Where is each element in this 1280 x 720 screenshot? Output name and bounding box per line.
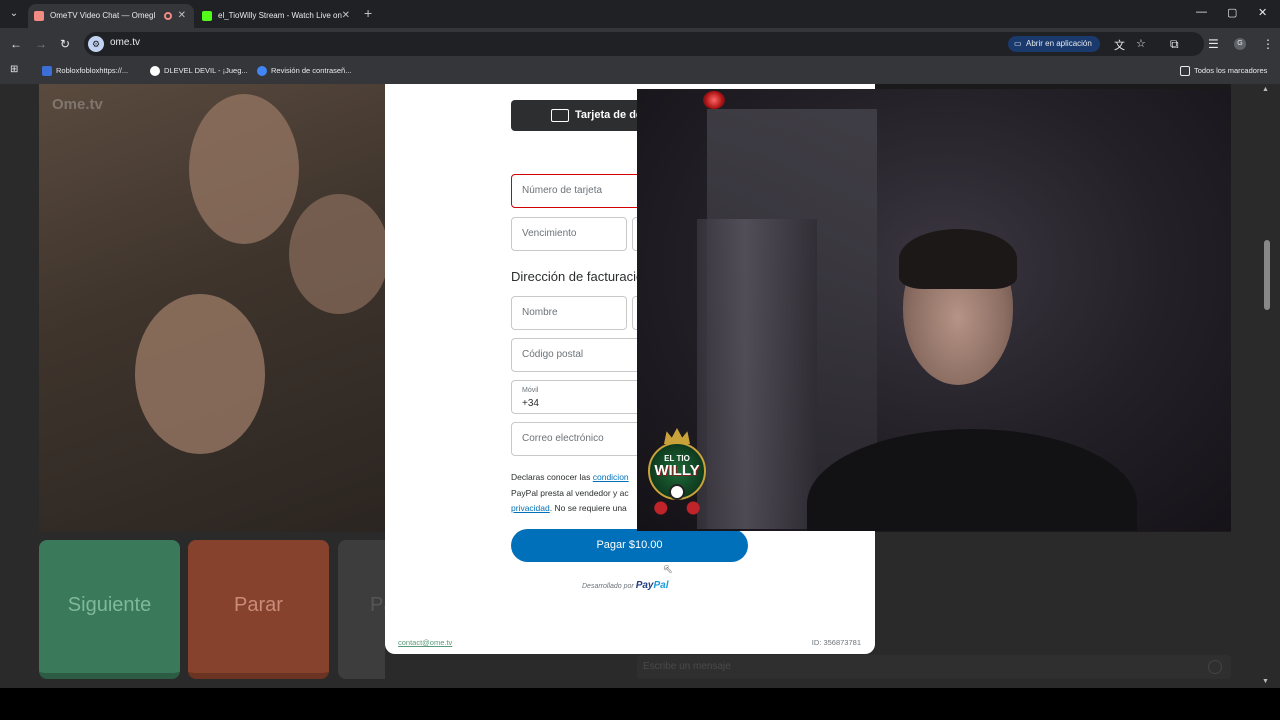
privacy-link[interactable]: privacidad xyxy=(511,503,550,513)
translate-icon[interactable]: 文 xyxy=(1114,37,1125,53)
tab-title: el_TioWilly Stream - Watch Live on xyxy=(218,11,342,20)
powered-by-paypal: Desarrollado por PayPal xyxy=(582,580,669,591)
maximize-button[interactable]: ▢ xyxy=(1227,6,1237,19)
logo-main-text: WILLY xyxy=(654,462,700,479)
webcam-curtain-shape xyxy=(697,219,817,529)
open-in-app-button[interactable]: Abrir en aplicación xyxy=(1008,36,1100,52)
credit-card-icon xyxy=(551,109,569,122)
scroll-up-arrow-icon[interactable]: ▲ xyxy=(1262,86,1269,93)
new-tab-button[interactable]: + xyxy=(364,5,372,21)
remote-video xyxy=(39,84,385,532)
next-button[interactable]: Siguiente xyxy=(39,540,180,679)
streamer-hair xyxy=(899,229,1017,289)
address-bar[interactable]: ⚙ ome.tv Abrir en aplicación 文 ☆ xyxy=(84,32,1204,56)
tab-ometv[interactable]: OmeTV Video Chat — Omegl ✕ xyxy=(28,4,194,28)
scroll-down-arrow-icon[interactable]: ▼ xyxy=(1262,678,1269,685)
remote-person-face xyxy=(289,194,385,314)
bottom-black-bar xyxy=(0,688,1280,720)
scrollbar-thumb[interactable] xyxy=(1264,240,1270,310)
billing-address-title: Dirección de facturació xyxy=(511,269,644,284)
menu-kebab-icon[interactable]: ⋮ xyxy=(1262,37,1274,51)
all-bookmarks-folder[interactable]: Todos los marcadores xyxy=(1180,66,1267,76)
remote-person-shape xyxy=(189,94,299,244)
reading-list-icon[interactable]: ☰ xyxy=(1208,37,1219,51)
bookmark-level-devil[interactable]: DLEVEL DEVIL - ¡Jueg... xyxy=(150,66,248,76)
apps-grid-icon[interactable]: ⊞ xyxy=(10,64,18,75)
expiry-field[interactable]: Vencimiento xyxy=(511,217,627,251)
mouse-cursor-icon: ↖ xyxy=(663,562,674,576)
remote-person-face xyxy=(135,294,265,454)
extensions-icon[interactable]: ⧉ xyxy=(1170,37,1179,52)
kick-favicon-icon xyxy=(202,11,212,21)
ometv-logo: Ome.tv xyxy=(52,96,103,113)
bookmarks-bar: ⊞ Robloxfobloxhttps://... DLEVEL DEVIL -… xyxy=(0,60,1280,84)
emoji-icon[interactable] xyxy=(1208,660,1222,674)
bookmark-password-check[interactable]: Revisión de contraseñ... xyxy=(257,66,351,76)
third-button[interactable]: Pa xyxy=(338,540,385,679)
tab-search-icon[interactable]: ⌄ xyxy=(5,5,23,23)
first-name-field[interactable]: Nombre xyxy=(511,296,627,330)
webcam-red-light xyxy=(703,91,725,109)
scrollbar-track[interactable] xyxy=(1259,84,1271,688)
paypal-logo: PayPal xyxy=(635,580,669,591)
contact-email-link[interactable]: contact@ome.tv xyxy=(398,638,452,647)
tab-strip: ⌄ OmeTV Video Chat — Omegl ✕ el_TioWilly… xyxy=(0,0,1280,28)
navigation-bar: ← → ↻ ⚙ ome.tv Abrir en aplicación 文 ☆ ⧉… xyxy=(0,28,1280,60)
roses-icon xyxy=(650,498,704,518)
reference-id: ID: 356873781 xyxy=(811,638,861,647)
close-icon[interactable]: ✕ xyxy=(178,4,186,28)
recording-icon xyxy=(164,12,172,20)
ometv-favicon-icon xyxy=(34,11,44,21)
streamer-webcam xyxy=(637,89,1231,531)
stop-button[interactable]: Parar xyxy=(188,540,329,679)
bookmark-roblox[interactable]: Robloxfobloxhttps://... xyxy=(42,66,128,76)
pay-button[interactable]: Pagar $10.00 xyxy=(511,529,748,562)
folder-icon xyxy=(1180,66,1190,76)
bookmark-star-icon[interactable]: ☆ xyxy=(1136,37,1146,50)
chat-input[interactable]: Escribe un mensaje xyxy=(637,655,1231,679)
google-favicon-icon xyxy=(257,66,267,76)
roblox-favicon-icon xyxy=(42,66,52,76)
url-text[interactable]: ome.tv xyxy=(110,37,140,48)
close-icon[interactable]: ✕ xyxy=(342,4,350,28)
forward-arrow-icon[interactable]: → xyxy=(35,37,47,51)
el-tio-willy-logo: EL TIO WILLY xyxy=(644,428,710,520)
level-devil-favicon-icon xyxy=(150,66,160,76)
tab-title: OmeTV Video Chat — Omegl xyxy=(50,11,156,20)
site-info-icon[interactable]: ⚙ xyxy=(88,36,104,52)
browser-chrome: ⌄ OmeTV Video Chat — Omegl ✕ el_TioWilly… xyxy=(0,0,1280,84)
tab-kick-stream[interactable]: el_TioWilly Stream - Watch Live on ✕ xyxy=(196,4,358,28)
close-window-button[interactable]: ✕ xyxy=(1258,6,1267,19)
reload-icon[interactable]: ↻ xyxy=(60,37,70,51)
terms-link[interactable]: condicion xyxy=(593,472,629,482)
minimize-button[interactable]: — xyxy=(1196,6,1207,18)
profile-avatar[interactable]: G xyxy=(1234,38,1246,50)
back-arrow-icon[interactable]: ← xyxy=(10,37,22,51)
